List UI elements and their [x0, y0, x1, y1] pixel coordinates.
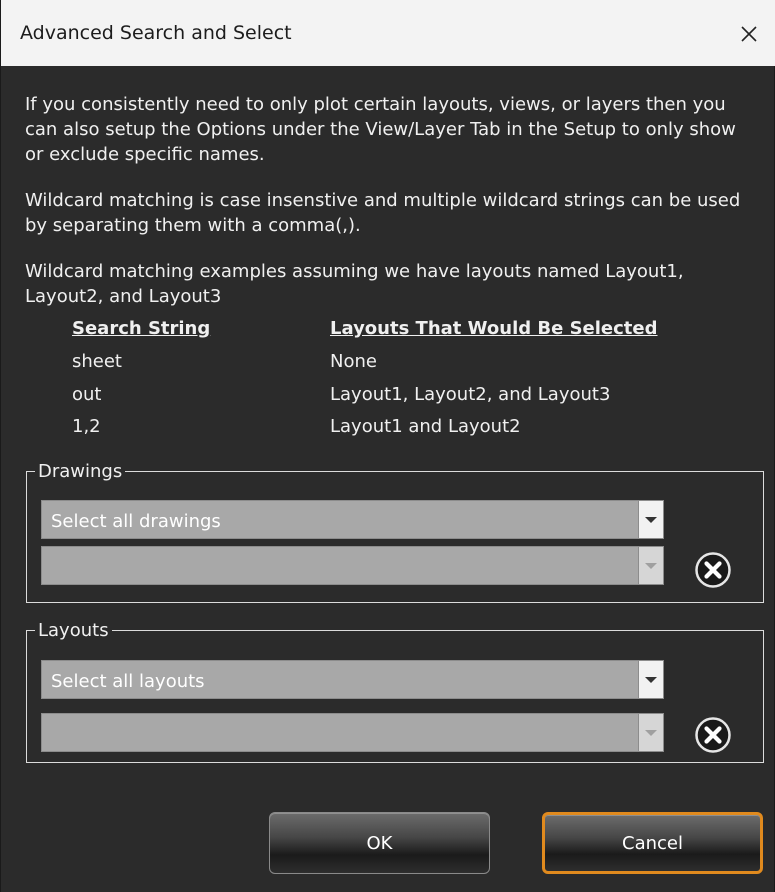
advanced-search-dialog: Advanced Search and Select If you consis… [0, 0, 775, 892]
drawings-search-combo[interactable] [41, 546, 664, 585]
examples-header-search: Search String [72, 318, 211, 339]
example-search-string: sheet [72, 351, 122, 372]
layouts-search-combo[interactable] [41, 713, 664, 752]
clear-x-icon [695, 717, 731, 753]
chevron-down-icon[interactable] [638, 661, 663, 698]
drawings-select-dropdown[interactable]: Select all drawings [41, 500, 664, 539]
example-result: Layout1 and Layout2 [330, 416, 521, 437]
layouts-select-dropdown[interactable]: Select all layouts [41, 660, 664, 699]
title-bar: Advanced Search and Select [1, 0, 775, 66]
example-search-string: 1,2 [72, 416, 101, 437]
ok-button[interactable]: OK [269, 812, 490, 874]
drawings-select-value: Select all drawings [51, 511, 221, 532]
examples-header-layouts: Layouts That Would Be Selected [330, 318, 658, 339]
layouts-select-value: Select all layouts [51, 671, 205, 692]
info-paragraph-setup: If you consistently need to only plot ce… [25, 94, 736, 165]
close-icon [741, 26, 757, 42]
window-title: Advanced Search and Select [20, 22, 292, 44]
chevron-down-icon[interactable] [638, 501, 663, 538]
clear-x-icon [695, 552, 731, 588]
drawings-clear-button[interactable] [694, 551, 732, 589]
chevron-down-icon[interactable] [638, 714, 663, 751]
chevron-down-icon[interactable] [638, 547, 663, 584]
example-result: None [330, 351, 377, 372]
info-paragraph-examples: Wildcard matching examples assuming we h… [25, 261, 684, 307]
example-result: Layout1, Layout2, and Layout3 [330, 384, 611, 405]
drawings-legend: Drawings [38, 461, 123, 482]
close-button[interactable] [729, 14, 769, 54]
cancel-button[interactable]: Cancel [542, 812, 763, 874]
layouts-legend: Layouts [38, 620, 109, 641]
layouts-clear-button[interactable] [694, 716, 732, 754]
example-search-string: out [72, 384, 102, 405]
info-paragraph-wildcard: Wildcard matching is case insenstive and… [25, 190, 741, 236]
